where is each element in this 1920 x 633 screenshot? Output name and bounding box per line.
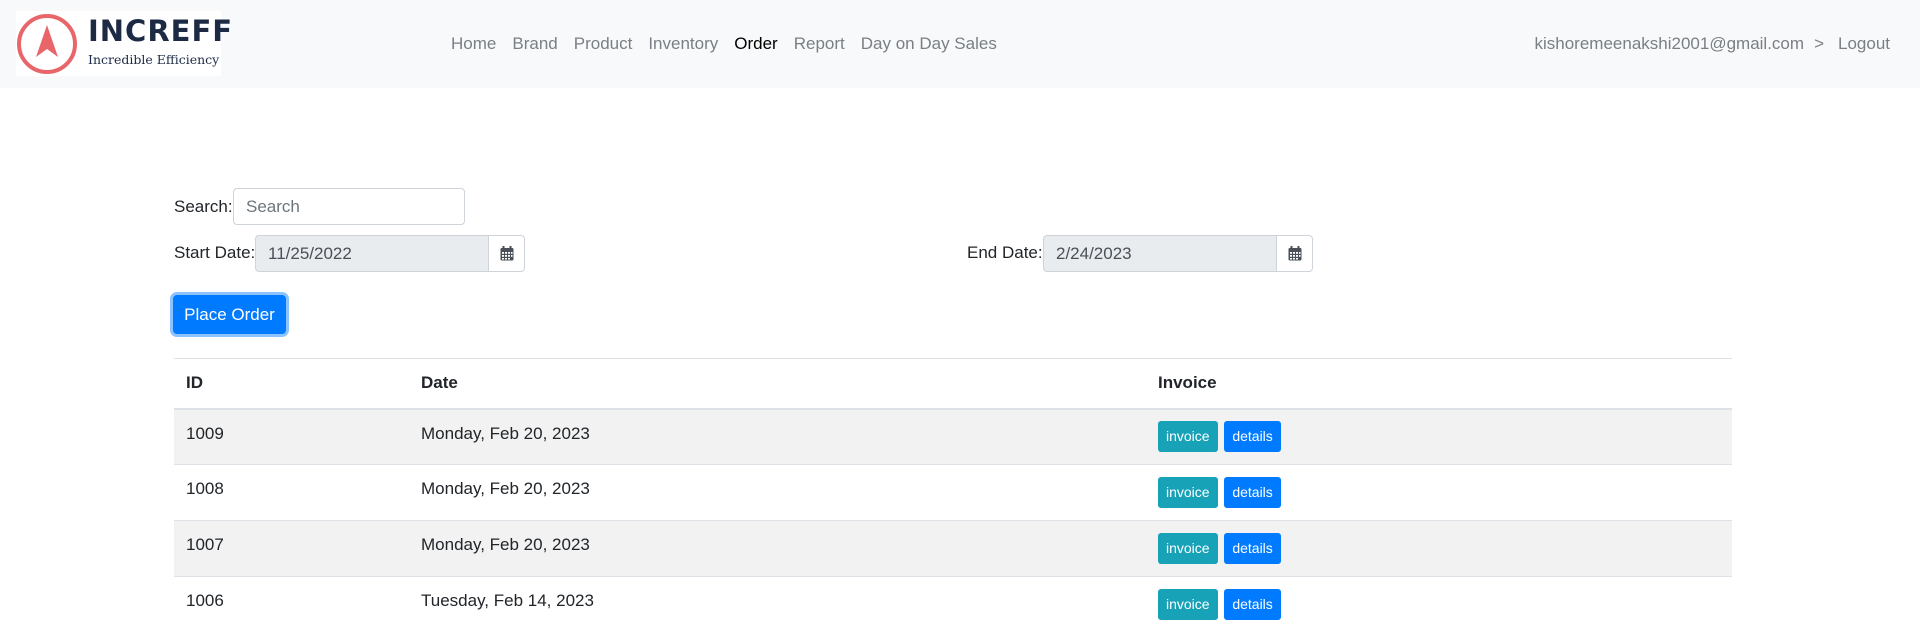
nav-link-inventory[interactable]: Inventory bbox=[640, 34, 726, 54]
column-header-date: Date bbox=[409, 358, 1146, 410]
start-date-input[interactable] bbox=[255, 235, 488, 272]
end-date-calendar-button[interactable] bbox=[1276, 235, 1313, 272]
table-header-row: ID Date Invoice bbox=[174, 358, 1732, 410]
brand-tagline: Incredible Efficiency bbox=[88, 52, 220, 67]
user-menu: kishoremeenakshi2001@gmail.com > Logout bbox=[1535, 0, 1891, 88]
details-button[interactable]: details bbox=[1224, 421, 1281, 453]
order-date: Tuesday, Feb 14, 2023 bbox=[409, 576, 1146, 633]
nav-link-product[interactable]: Product bbox=[566, 34, 641, 54]
order-date: Monday, Feb 20, 2023 bbox=[409, 464, 1146, 521]
start-date-calendar-button[interactable] bbox=[488, 235, 525, 272]
order-actions: invoice details bbox=[1146, 520, 1732, 577]
invoice-button[interactable]: invoice bbox=[1158, 477, 1218, 508]
end-date-picker bbox=[1043, 235, 1313, 272]
brand-name: INCREFF bbox=[88, 14, 234, 48]
order-id: 1009 bbox=[174, 408, 409, 465]
nav-link-home[interactable]: Home bbox=[443, 34, 504, 54]
place-order-button[interactable]: Place Order bbox=[173, 295, 286, 334]
table-row: 1006 Tuesday, Feb 14, 2023 invoice detai… bbox=[174, 576, 1732, 633]
order-id: 1006 bbox=[174, 576, 409, 633]
invoice-button[interactable]: invoice bbox=[1158, 589, 1218, 621]
order-actions: invoice details bbox=[1146, 576, 1732, 633]
order-date: Monday, Feb 20, 2023 bbox=[409, 520, 1146, 577]
end-date-label: End Date: bbox=[967, 243, 1043, 262]
order-actions: invoice details bbox=[1146, 464, 1732, 521]
column-header-invoice: Invoice bbox=[1146, 358, 1732, 410]
invoice-button[interactable]: invoice bbox=[1158, 421, 1218, 453]
column-header-id: ID bbox=[174, 358, 409, 410]
details-button[interactable]: details bbox=[1224, 533, 1281, 564]
order-date: Monday, Feb 20, 2023 bbox=[409, 408, 1146, 465]
nav-link-day-on-day-sales[interactable]: Day on Day Sales bbox=[853, 34, 1005, 54]
start-date-picker bbox=[255, 235, 525, 272]
details-button[interactable]: details bbox=[1224, 477, 1281, 508]
start-date-label: Start Date: bbox=[174, 243, 256, 262]
order-actions: invoice details bbox=[1146, 408, 1732, 465]
calendar-icon bbox=[500, 246, 513, 261]
user-email: kishoremeenakshi2001@gmail.com bbox=[1534, 34, 1805, 53]
details-button[interactable]: details bbox=[1224, 589, 1281, 621]
table-row: 1009 Monday, Feb 20, 2023 invoice detail… bbox=[174, 408, 1732, 465]
orders-table: ID Date Invoice 1009 Monday, Feb 20, 202… bbox=[174, 358, 1732, 633]
end-date-input[interactable] bbox=[1043, 235, 1276, 272]
nav-link-brand[interactable]: Brand bbox=[504, 34, 565, 54]
nav-link-order[interactable]: Order bbox=[726, 34, 785, 54]
nav-link-report[interactable]: Report bbox=[786, 34, 853, 54]
table-row: 1007 Monday, Feb 20, 2023 invoice detail… bbox=[174, 520, 1732, 577]
nav-links: Home Brand Product Inventory Order Repor… bbox=[443, 0, 1005, 88]
order-id: 1007 bbox=[174, 520, 409, 577]
search-label: Search: bbox=[174, 197, 233, 216]
brand-logo[interactable]: INCREFF Incredible Efficiency bbox=[16, 11, 232, 76]
table-row: 1008 Monday, Feb 20, 2023 invoice detail… bbox=[174, 464, 1732, 521]
invoice-button[interactable]: invoice bbox=[1158, 533, 1218, 564]
increff-logo-icon bbox=[17, 14, 77, 74]
nav-separator: > bbox=[1814, 34, 1824, 53]
search-input[interactable] bbox=[233, 188, 465, 225]
navbar: INCREFF Incredible Efficiency Home Brand… bbox=[0, 0, 1920, 88]
logout-link[interactable]: Logout bbox=[1838, 34, 1890, 54]
order-id: 1008 bbox=[174, 464, 409, 521]
calendar-icon bbox=[1288, 246, 1301, 261]
